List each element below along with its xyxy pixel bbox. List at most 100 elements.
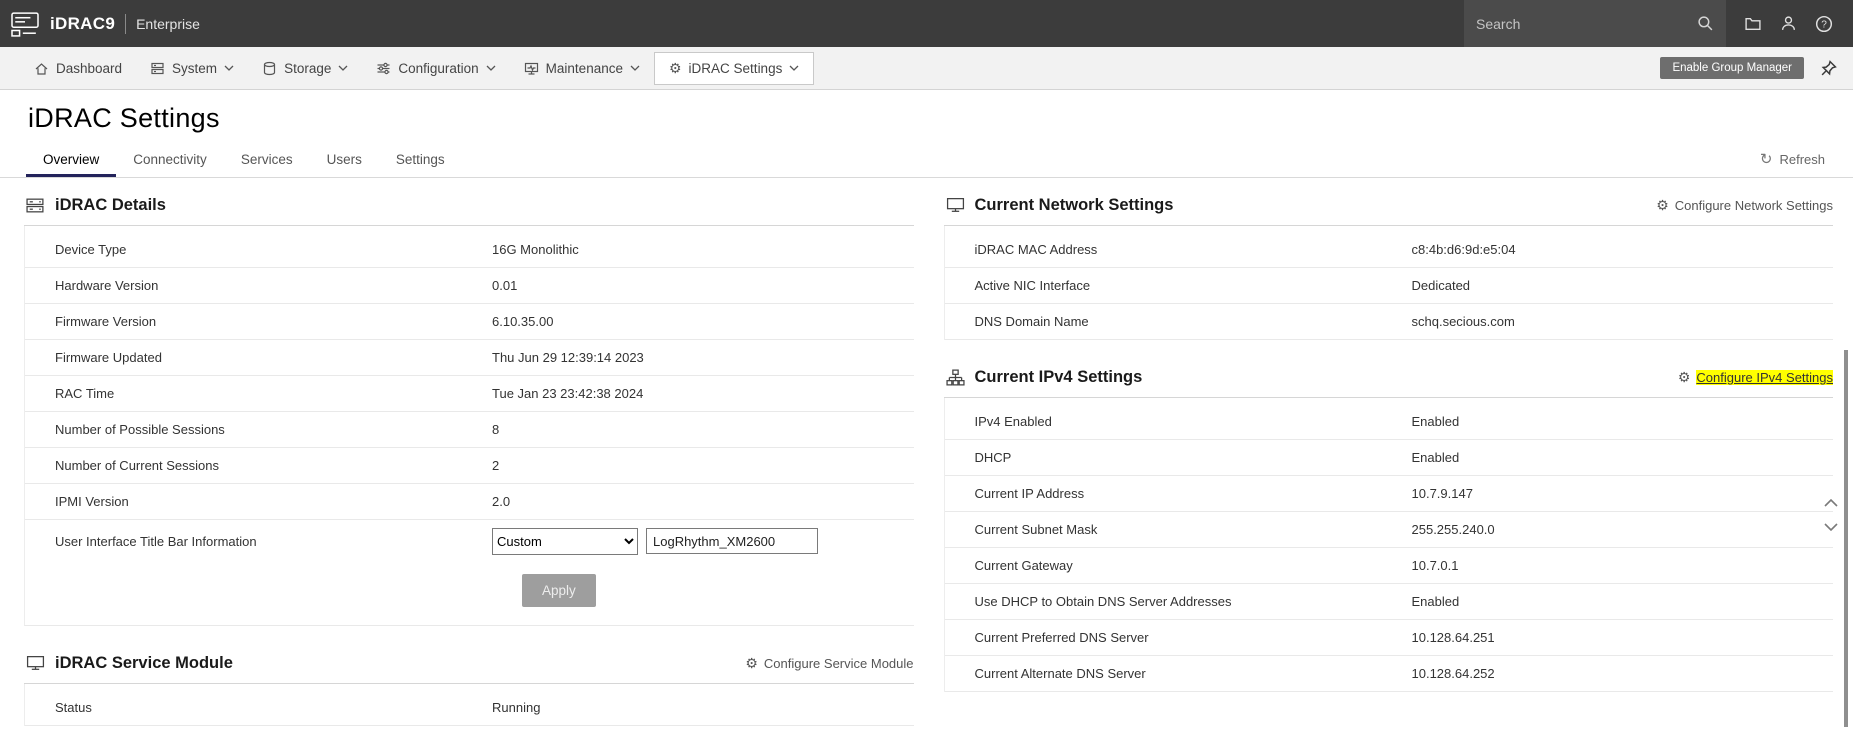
row-label: Current Preferred DNS Server — [974, 630, 1149, 645]
help-icon[interactable]: ? — [1815, 15, 1833, 33]
main-nav: Dashboard System Storage Configuration M… — [0, 47, 1853, 90]
tab-connectivity[interactable]: Connectivity — [116, 143, 224, 177]
apply-button[interactable]: Apply — [522, 574, 596, 607]
row-label: Status — [55, 700, 92, 715]
chevron-down-icon — [338, 65, 348, 71]
maintenance-icon — [524, 62, 538, 75]
network-tree-icon — [945, 369, 965, 386]
user-icon[interactable] — [1780, 15, 1797, 32]
row-value: 8 — [492, 422, 500, 437]
configure-ipv4-settings-link[interactable]: ⚙ Configure IPv4 Settings — [1678, 369, 1833, 386]
row-value: Running — [492, 700, 541, 715]
server-icon — [151, 62, 164, 74]
row-label: iDRAC MAC Address — [974, 242, 1098, 257]
nav-item-storage[interactable]: Storage — [248, 52, 362, 85]
search-box[interactable] — [1464, 0, 1726, 47]
scroll-down-button[interactable] — [1821, 519, 1841, 535]
server-details-icon — [26, 198, 44, 213]
refresh-icon: ↻ — [1759, 151, 1773, 168]
section-title: Current Network Settings — [974, 196, 1174, 214]
table-row: Current Alternate DNS Server 10.128.64.2… — [944, 656, 1833, 692]
nav-item-label: Dashboard — [56, 60, 123, 76]
table-row: IPMI Version 2.0 — [25, 484, 914, 520]
scrollbar-thumb[interactable] — [1844, 350, 1848, 727]
tab-overview[interactable]: Overview — [26, 143, 117, 177]
enable-group-manager-button[interactable]: Enable Group Manager — [1660, 57, 1804, 79]
nav-right: Enable Group Manager — [1660, 57, 1853, 79]
chevron-down-icon — [630, 65, 640, 71]
refresh-label: Refresh — [1779, 151, 1825, 167]
configure-link-label: Configure Network Settings — [1674, 198, 1833, 213]
tab-users[interactable]: Users — [310, 143, 379, 177]
svg-text:?: ? — [1821, 19, 1827, 30]
ipv4-settings-section: Current IPv4 Settings ⚙ Configure IPv4 S… — [943, 350, 1833, 692]
row-label: Hardware Version — [55, 278, 159, 293]
network-settings-table: iDRAC MAC Address c8:4b:d6:9d:e5:04 Acti… — [943, 226, 1833, 340]
title-bar-mode-select[interactable]: Custom — [492, 527, 638, 555]
nav-item-maintenance[interactable]: Maintenance — [510, 52, 654, 85]
title-bar-custom-input[interactable] — [646, 528, 818, 554]
row-label: Current Alternate DNS Server — [974, 666, 1146, 681]
row-value: 10.128.64.252 — [1411, 666, 1495, 681]
tab-settings[interactable]: Settings — [379, 143, 462, 177]
refresh-button[interactable]: ↻ Refresh — [1760, 150, 1825, 168]
search-icon[interactable] — [1697, 15, 1714, 32]
home-icon — [35, 62, 48, 75]
row-value: 0.01 — [492, 278, 518, 293]
idrac-details-section: iDRAC Details Device Type 16G Monolithic… — [24, 178, 914, 626]
row-label: Use DHCP to Obtain DNS Server Addresses — [974, 594, 1232, 609]
scroll-up-button[interactable] — [1821, 495, 1841, 511]
row-value: Tue Jan 23 23:42:38 2024 — [492, 386, 644, 401]
row-label: IPv4 Enabled — [974, 414, 1052, 429]
search-input[interactable] — [1476, 15, 1697, 32]
table-row: Current Gateway 10.7.0.1 — [944, 548, 1833, 584]
service-module-section: iDRAC Service Module ⚙ Configure Service… — [24, 636, 914, 726]
table-row: Firmware Updated Thu Jun 29 12:39:14 202… — [25, 340, 914, 376]
nav-item-idrac-settings[interactable]: ⚙ iDRAC Settings — [653, 51, 815, 85]
table-row: Current IP Address 10.7.9.147 — [944, 476, 1833, 512]
row-value: 2 — [492, 458, 500, 473]
row-label: Number of Possible Sessions — [55, 422, 225, 437]
row-label: DHCP — [974, 450, 1012, 465]
table-row: Active NIC Interface Dedicated — [944, 268, 1833, 304]
network-settings-header: Current Network Settings ⚙ Configure Net… — [943, 178, 1833, 226]
section-title: Current IPv4 Settings — [974, 368, 1143, 386]
service-module-header: iDRAC Service Module ⚙ Configure Service… — [24, 636, 914, 684]
row-label: Firmware Updated — [55, 350, 162, 365]
section-title: iDRAC Details — [55, 196, 166, 214]
idrac-logo-icon — [11, 11, 39, 37]
row-value: 16G Monolithic — [492, 242, 579, 257]
idrac-details-header: iDRAC Details — [24, 178, 914, 226]
folder-icon[interactable] — [1744, 15, 1762, 32]
row-value: Enabled — [1411, 594, 1460, 609]
row-value: 255.255.240.0 — [1411, 522, 1495, 537]
edition-label: Enterprise — [136, 15, 200, 32]
nav-item-label: Storage — [284, 60, 332, 76]
top-bar: iDRAC9 Enterprise ? — [0, 0, 1853, 47]
tab-services[interactable]: Services — [224, 143, 310, 177]
table-row: RAC Time Tue Jan 23 23:42:38 2024 — [25, 376, 914, 412]
chevron-down-icon — [486, 65, 496, 71]
ipv4-settings-header: Current IPv4 Settings ⚙ Configure IPv4 S… — [943, 350, 1833, 398]
configure-service-module-link[interactable]: ⚙ Configure Service Module — [745, 655, 913, 672]
chevron-down-icon — [789, 65, 799, 71]
monitor-icon — [26, 656, 45, 670]
table-row: Status Running — [25, 690, 914, 726]
scroll-buttons — [1821, 495, 1841, 535]
table-row: Number of Possible Sessions 8 — [25, 412, 914, 448]
nav-item-configuration[interactable]: Configuration — [362, 52, 509, 85]
table-row: Use DHCP to Obtain DNS Server Addresses … — [944, 584, 1833, 620]
pin-icon[interactable] — [1820, 59, 1837, 77]
nav-item-dashboard[interactable]: Dashboard — [20, 52, 136, 85]
table-row: Current Preferred DNS Server 10.128.64.2… — [944, 620, 1833, 656]
configure-network-settings-link[interactable]: ⚙ Configure Network Settings — [1656, 197, 1833, 214]
chevron-down-icon — [224, 65, 234, 71]
table-row: Number of Current Sessions 2 — [25, 448, 914, 484]
row-label: RAC Time — [55, 386, 115, 401]
row-label: Current IP Address — [974, 486, 1085, 501]
row-value: schq.secious.com — [1411, 314, 1515, 329]
tab-bar: Overview Connectivity Services Users Set… — [0, 143, 1853, 178]
nav-item-system[interactable]: System — [136, 52, 248, 85]
section-title: iDRAC Service Module — [55, 654, 233, 672]
row-value: Enabled — [1411, 450, 1460, 465]
